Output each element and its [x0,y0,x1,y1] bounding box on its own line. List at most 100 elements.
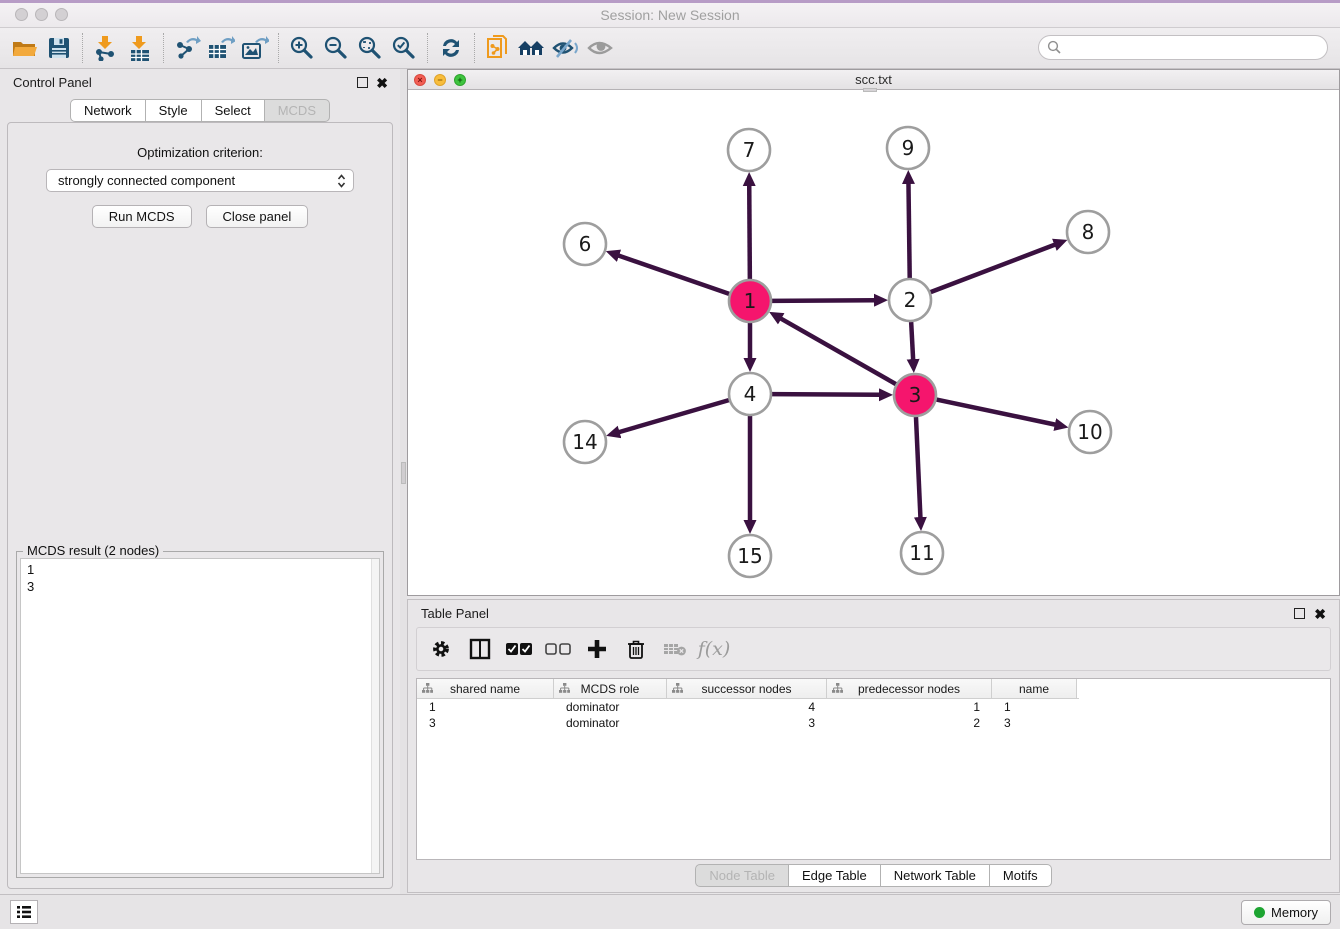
tab-motifs[interactable]: Motifs [990,864,1052,887]
network-graph[interactable]: 7968124314101511 [408,90,1339,595]
memory-label: Memory [1271,905,1318,920]
main-toolbar [0,28,1340,69]
task-history-button[interactable] [10,900,38,924]
run-mcds-button[interactable]: Run MCDS [92,205,192,228]
toolbar-separator [163,33,164,63]
column-header-name[interactable]: name [992,679,1077,698]
horizontal-splitter-grip[interactable] [863,88,877,92]
clone-network-icon [485,34,511,62]
tab-style[interactable]: Style [146,99,202,122]
memory-button[interactable]: Memory [1241,900,1331,925]
edge-3-10[interactable] [937,400,1056,425]
table-row[interactable]: 3dominator323 [417,715,1330,731]
network-canvas[interactable]: 7968124314101511 [408,90,1339,595]
table-cell[interactable]: 3 [667,715,827,731]
tab-select[interactable]: Select [202,99,265,122]
import-table-button[interactable] [123,32,157,64]
edge-1-2[interactable] [772,300,875,301]
table-settings-button[interactable] [427,635,455,663]
mcds-result-text[interactable]: 1 3 [20,558,380,874]
zoom-out-button[interactable] [319,32,353,64]
node-label-14: 14 [572,430,597,454]
zoom-fit-button[interactable] [353,32,387,64]
result-scrollbar[interactable] [371,559,379,873]
export-image-button[interactable] [238,32,272,64]
edge-2-9[interactable] [908,183,909,278]
export-image-icon [241,35,269,61]
table-cell[interactable]: 1 [992,699,1077,715]
hide-selected-icon [551,36,581,60]
unchecked-boxes-icon [545,642,571,656]
edge-2-3[interactable] [911,322,913,360]
column-header-predecessor-nodes[interactable]: predecessor nodes [827,679,992,698]
criterion-select[interactable]: strongly connected component [46,169,354,192]
table-tabs: Node TableEdge TableNetwork TableMotifs [408,864,1339,887]
select-stepper-icon [337,173,346,189]
first-neighbors-icon [516,36,548,60]
table-row[interactable]: 1dominator411 [417,699,1330,715]
import-network-button[interactable] [89,32,123,64]
edge-3-11[interactable] [916,417,920,518]
delete-table-button[interactable] [661,635,689,663]
edge-1-7[interactable] [749,185,750,279]
add-column-button[interactable] [583,635,611,663]
first-neighbors-button[interactable] [515,32,549,64]
float-table-panel-icon[interactable] [1294,608,1305,619]
table-cell[interactable]: 1 [417,699,554,715]
edge-1-6[interactable] [618,255,729,293]
toolbar-separator [427,33,428,63]
clone-network-button[interactable] [481,32,515,64]
vertical-splitter[interactable] [400,69,407,894]
zoom-fit-icon [357,35,383,61]
tab-node-table[interactable]: Node Table [695,864,789,887]
close-table-panel-icon[interactable]: ✖ [1314,606,1326,623]
zoom-in-button[interactable] [285,32,319,64]
import-network-icon [93,35,119,61]
search-input[interactable] [1038,35,1328,60]
close-panel-button[interactable]: Close panel [206,205,309,228]
column-header-MCDS-role[interactable]: MCDS role [554,679,667,698]
splitter-grip[interactable] [401,462,406,484]
open-file-button[interactable] [8,32,42,64]
float-panel-icon[interactable] [357,77,368,88]
delete-column-button[interactable] [622,635,650,663]
table-cell[interactable]: dominator [554,715,667,731]
tab-network[interactable]: Network [70,99,146,122]
table-panel: Table Panel ✖ [407,599,1340,893]
select-all-checkboxes-button[interactable] [505,635,533,663]
table-cell[interactable]: 1 [827,699,992,715]
toolbar-separator [82,33,83,63]
delete-table-icon [663,641,687,657]
tab-edge-table[interactable]: Edge Table [789,864,881,887]
zoom-selected-icon [391,35,417,61]
export-table-button[interactable] [204,32,238,64]
tab-mcds[interactable]: MCDS [265,99,330,122]
table-cell[interactable]: 4 [667,699,827,715]
edge-3-1[interactable] [780,318,895,384]
refresh-button[interactable] [434,32,468,64]
hide-selected-button[interactable] [549,32,583,64]
edge-4-14[interactable] [619,400,729,432]
tab-network-table[interactable]: Network Table [881,864,990,887]
node-table[interactable]: shared nameMCDS rolesuccessor nodesprede… [416,678,1331,860]
column-header-shared-name[interactable]: shared name [417,679,554,698]
node-label-1: 1 [744,289,757,313]
edge-4-3[interactable] [772,394,880,395]
close-panel-icon[interactable]: ✖ [376,75,388,92]
node-label-15: 15 [737,544,762,568]
table-cell[interactable]: dominator [554,699,667,715]
save-session-button[interactable] [42,32,76,64]
zoom-selected-button[interactable] [387,32,421,64]
function-builder-button[interactable]: f(x) [700,635,728,663]
split-column-button[interactable] [466,635,494,663]
table-cell[interactable]: 3 [992,715,1077,731]
show-hidden-button[interactable] [583,32,617,64]
column-header-successor-nodes[interactable]: successor nodes [667,679,827,698]
export-network-button[interactable] [170,32,204,64]
edge-2-8[interactable] [931,244,1056,292]
table-cell[interactable]: 2 [827,715,992,731]
table-cell[interactable]: 3 [417,715,554,731]
node-label-2: 2 [904,288,917,312]
deselect-all-checkboxes-button[interactable] [544,635,572,663]
window-title: Session: New Session [0,7,1340,23]
